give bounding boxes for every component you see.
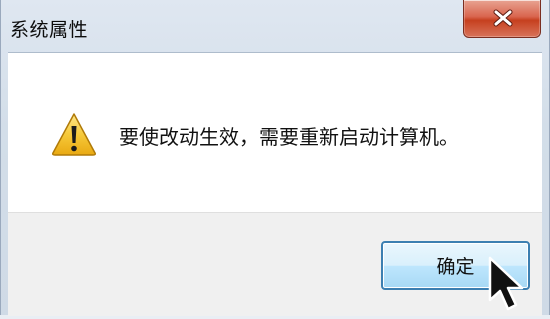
mouse-pointer-icon — [487, 255, 531, 315]
warning-icon — [51, 111, 97, 157]
close-icon — [464, 0, 542, 36]
close-button[interactable] — [463, 0, 541, 38]
message-area: 要使改动生效，需要重新启动计算机。 — [8, 52, 542, 213]
window-title: 系统属性 — [10, 19, 89, 41]
title-bar[interactable]: 系统属性 — [1, 0, 550, 52]
button-bar: 确定 — [8, 212, 542, 316]
dialog-message: 要使改动生效，需要重新启动计算机。 — [119, 125, 459, 149]
system-properties-dialog: 系统属性 要使改动生效，需要重新启动计算机。 确定 — [0, 0, 550, 316]
